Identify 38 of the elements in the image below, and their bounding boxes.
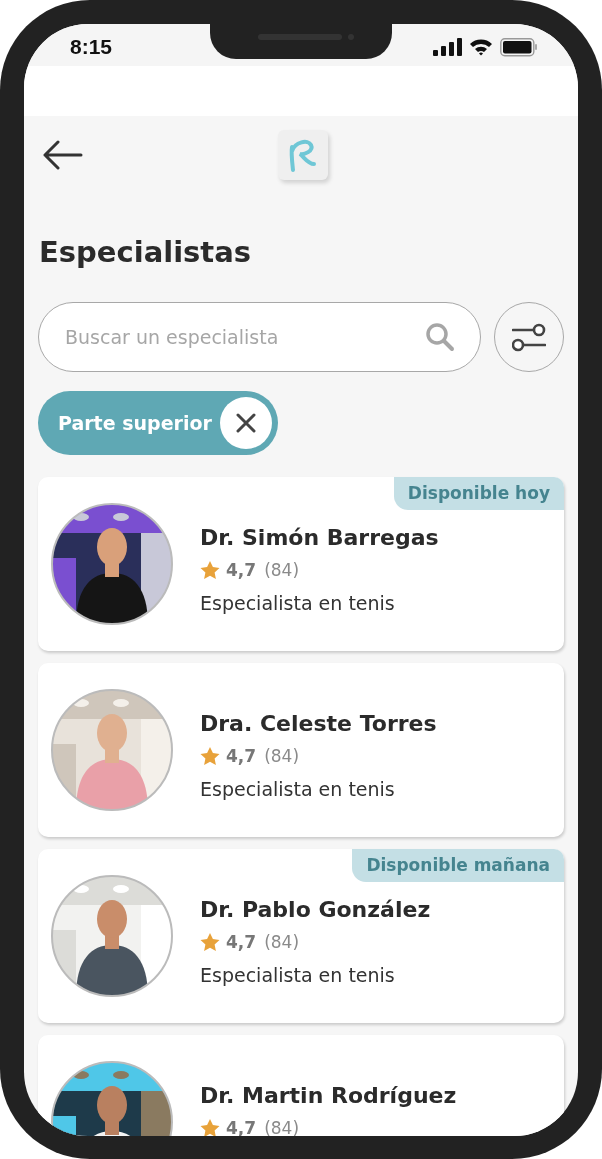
specialist-card[interactable]: Dr. Martin Rodríguez 4,7 (84) bbox=[38, 1035, 564, 1136]
rating-value: 4,7 bbox=[226, 1118, 257, 1136]
specialist-name: Dr. Simón Barregas bbox=[200, 524, 439, 552]
rating-value: 4,7 bbox=[226, 932, 257, 952]
availability-badge: Disponible hoy bbox=[393, 477, 564, 510]
specialty-text: Especialista en tenis bbox=[200, 777, 396, 801]
battery-icon bbox=[500, 37, 538, 57]
chip-label: Parte superior bbox=[58, 412, 212, 434]
star-icon bbox=[200, 932, 220, 952]
logo bbox=[278, 130, 328, 180]
star-icon bbox=[200, 560, 220, 580]
page-title: Especialistas bbox=[39, 234, 253, 271]
review-count: (84) bbox=[264, 1118, 300, 1136]
star-icon bbox=[200, 746, 220, 766]
wifi-icon bbox=[469, 38, 493, 56]
close-icon bbox=[235, 413, 256, 433]
back-arrow-icon[interactable] bbox=[43, 140, 83, 170]
search-field[interactable]: Buscar un especialista bbox=[38, 302, 481, 372]
specialist-card[interactable]: Dra. Celeste Torres 4,7 (84) Especialista en tenis bbox=[38, 663, 564, 837]
specialty-text: Especialista en tenis bbox=[200, 963, 396, 987]
rating-value: 4,7 bbox=[226, 560, 257, 580]
specialist-card[interactable]: Disponible mañana Dr. Pablo González 4,7 (84) Especialista en tenis bbox=[38, 849, 564, 1023]
specialist-name: Dra. Celeste Torres bbox=[200, 710, 437, 738]
review-count: (84) bbox=[264, 560, 300, 580]
rating-value: 4,7 bbox=[226, 746, 257, 766]
signal-icon bbox=[433, 38, 462, 56]
specialty-text: Especialista en tenis bbox=[200, 591, 396, 615]
review-count: (84) bbox=[264, 746, 300, 766]
status-time: 8:15 bbox=[70, 35, 113, 59]
specialist-name: Dr. Pablo González bbox=[200, 896, 431, 924]
availability-badge: Disponible mañana bbox=[352, 849, 564, 882]
review-count: (84) bbox=[264, 932, 300, 952]
specialist-card[interactable]: Disponible hoy Dr. Simón Barregas 4,7 (84) Especialista en tenis bbox=[38, 477, 564, 651]
specialist-name: Dr. Martin Rodríguez bbox=[200, 1082, 457, 1110]
sliders-icon bbox=[512, 322, 546, 352]
star-icon bbox=[200, 1118, 220, 1136]
search-icon bbox=[425, 322, 455, 352]
remove-chip-button[interactable] bbox=[219, 397, 272, 449]
